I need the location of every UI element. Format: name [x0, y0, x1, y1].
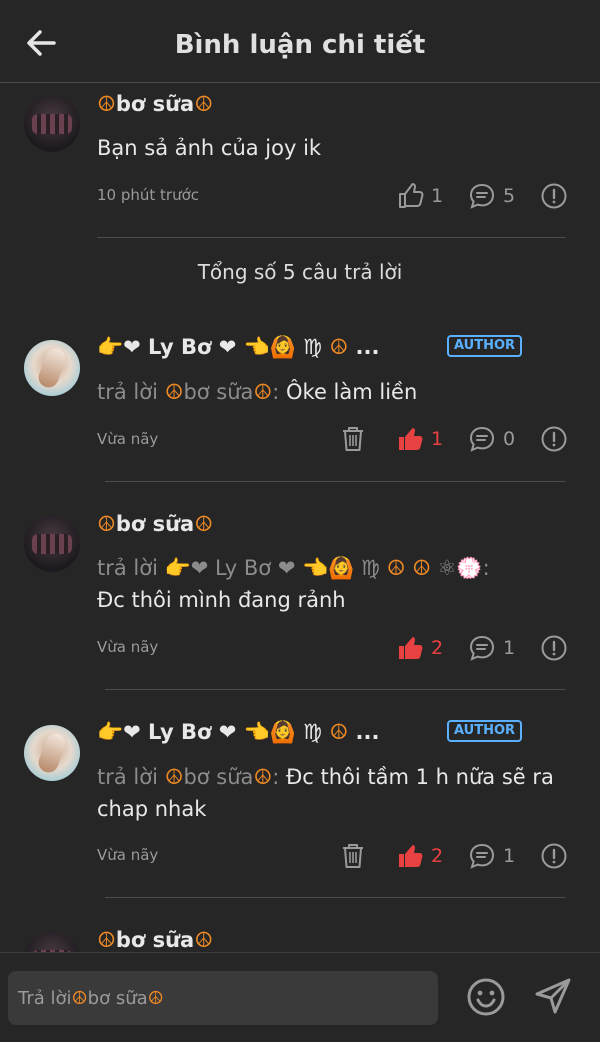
- reply-to: trả lời ☮bơ sữa☮:: [97, 765, 280, 789]
- comment-count: 0: [503, 428, 516, 450]
- thumbs-up-icon: [399, 845, 423, 867]
- like-button[interactable]: 1: [396, 425, 443, 453]
- comment-text: Bạn sả ảnh của joy ik: [97, 136, 322, 160]
- reply-time: Vừa nãy: [97, 638, 159, 656]
- thumbs-up-icon: [399, 637, 423, 659]
- reply-button[interactable]: 5: [468, 182, 515, 210]
- like-button[interactable]: 1: [396, 182, 443, 210]
- reply-composer: Trả lời ☮ bơ sữa ☮: [0, 952, 600, 1042]
- divider: [105, 689, 566, 690]
- reply-to: trả lời ☮bơ sữa☮:: [97, 380, 280, 404]
- author-badge: AUTHOR: [447, 720, 523, 742]
- reply-time: Vừa nãy: [97, 430, 159, 448]
- like-button[interactable]: 2: [396, 634, 443, 662]
- reply-button[interactable]: 0: [468, 425, 515, 453]
- report-icon[interactable]: [540, 634, 568, 662]
- report-icon[interactable]: [540, 425, 568, 453]
- like-count: 2: [431, 637, 444, 659]
- reply-author[interactable]: ☮bơ sữa☮: [97, 512, 213, 536]
- emoji-icon[interactable]: [466, 977, 506, 1017]
- reply-button[interactable]: 1: [468, 634, 515, 662]
- comment-icon: [469, 426, 495, 452]
- reply-text: trả lời 👉❤ Ly Bơ ❤ 👈🙆 ♍ ☮ ☮ ⚛💮: Đc thôi m…: [97, 552, 567, 616]
- comment-time: 10 phút trước: [97, 186, 200, 204]
- page-title: Bình luận chi tiết: [174, 30, 426, 60]
- reply-to: trả lời 👉❤ Ly Bơ ❤ 👈🙆 ♍ ☮ ☮ ⚛💮:: [97, 556, 490, 580]
- like-count: 2: [431, 845, 444, 867]
- like-count: 1: [431, 185, 444, 207]
- avatar[interactable]: [24, 340, 80, 396]
- avatar[interactable]: [24, 96, 80, 152]
- reply-count: 5: [503, 185, 516, 207]
- reply-button[interactable]: 1: [468, 842, 515, 870]
- avatar[interactable]: [24, 516, 80, 572]
- reply-author[interactable]: 👉❤ Ly Bơ ❤ 👈🙆 ♍ ☮ ...: [97, 335, 379, 360]
- reply-content: Đc thôi mình đang rảnh: [97, 588, 346, 612]
- comment-icon: [469, 183, 495, 209]
- reply-content: Ôke làm liền: [279, 380, 418, 404]
- reply-author[interactable]: 👉❤ Ly Bơ ❤ 👈🙆 ♍ ☮ ...: [97, 720, 379, 745]
- divider: [97, 237, 566, 238]
- comment-icon: [469, 843, 495, 869]
- send-icon[interactable]: [534, 977, 572, 1015]
- reply-author[interactable]: ☮bơ sữa☮: [97, 928, 213, 952]
- like-count: 1: [431, 428, 444, 450]
- divider: [105, 481, 566, 482]
- comment-count: 1: [503, 845, 516, 867]
- divider: [105, 897, 566, 898]
- reply-input[interactable]: Trả lời ☮ bơ sữa ☮: [8, 971, 438, 1025]
- trash-icon[interactable]: [340, 842, 366, 870]
- comment-author[interactable]: ☮bơ sữa☮: [97, 92, 213, 116]
- thumbs-up-icon: [399, 428, 423, 450]
- author-badge: AUTHOR: [447, 335, 523, 357]
- report-icon[interactable]: [540, 182, 568, 210]
- reply-total: Tổng số 5 câu trả lời: [197, 260, 403, 284]
- trash-icon[interactable]: [340, 425, 366, 453]
- comment-icon: [469, 635, 495, 661]
- reply-time: Vừa nãy: [97, 846, 159, 864]
- thumbs-up-icon: [399, 183, 424, 208]
- reply-text: trả lời ☮bơ sữa☮: Đc thôi tầm 1 h nữa sẽ…: [97, 761, 575, 825]
- reply-text: trả lời ☮bơ sữa☮: Ôke làm liền: [97, 376, 567, 408]
- report-icon[interactable]: [540, 842, 568, 870]
- comment-count: 1: [503, 637, 516, 659]
- avatar[interactable]: [24, 725, 80, 781]
- header: Bình luận chi tiết: [0, 0, 600, 83]
- like-button[interactable]: 2: [396, 842, 443, 870]
